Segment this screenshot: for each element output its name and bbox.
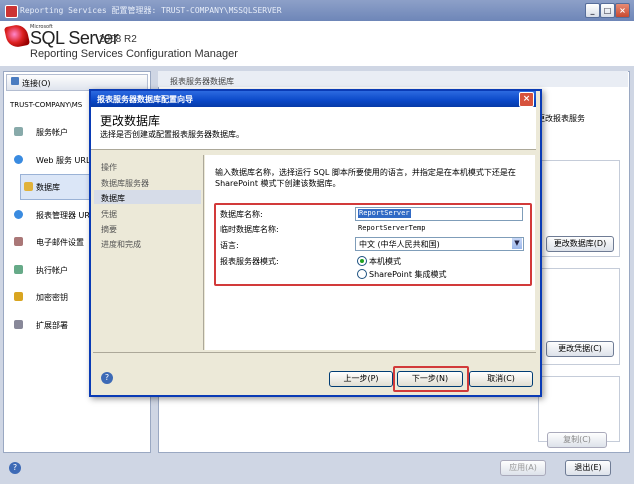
logo-version: 2008 R2: [99, 34, 137, 45]
banner-subtitle: Reporting Services Configuration Manager: [30, 48, 238, 60]
wizard-step-progress[interactable]: 进度和完成: [101, 239, 141, 250]
server-name: TRUST-COMPANY\MS: [10, 101, 83, 109]
exit-button[interactable]: 退出(E): [565, 460, 611, 476]
email-icon: [14, 237, 23, 246]
wizard-step-credentials[interactable]: 凭据: [101, 209, 117, 220]
annotation-highlight-form: [214, 203, 532, 286]
close-button[interactable]: ×: [615, 3, 630, 18]
change-database-button[interactable]: 更改数据库(D): [546, 236, 614, 252]
execution-account-icon: [14, 265, 23, 274]
key-icon: [14, 292, 23, 301]
help-icon[interactable]: ?: [9, 462, 21, 474]
change-credentials-button[interactable]: 更改凭据(C): [546, 341, 614, 357]
connect-icon: [11, 77, 19, 85]
sidebar-item-label: 执行帐户: [36, 266, 68, 275]
sidebar-item-label: 扩展部署: [36, 321, 68, 330]
cancel-button[interactable]: 取消(C): [469, 371, 533, 387]
wizard-step-database[interactable]: 数据库: [101, 193, 125, 204]
app-icon: [5, 5, 18, 18]
maximize-button[interactable]: □: [600, 3, 615, 18]
minimize-button[interactable]: _: [585, 3, 600, 18]
wizard-step-database-server[interactable]: 数据库服务器: [101, 178, 149, 189]
window-title: Reporting Services 配置管理器: TRUST-COMPANY\…: [20, 6, 282, 15]
wizard-step-action[interactable]: 操作: [101, 162, 117, 173]
content-title: 报表服务器数据库: [170, 77, 234, 86]
wizard-step-summary[interactable]: 摘要: [101, 224, 117, 235]
divider: [203, 155, 204, 350]
help-icon[interactable]: ?: [101, 372, 113, 384]
scale-out-icon: [14, 320, 23, 329]
copy-button[interactable]: 复制(C): [547, 432, 607, 448]
content-note: 更改报表服务: [537, 114, 585, 123]
dialog-heading: 更改数据库: [100, 114, 161, 128]
service-account-icon: [14, 127, 23, 136]
sidebar-item-label: Web 服务 URL: [36, 156, 91, 165]
sidebar-item-label: 服务帐户: [36, 128, 68, 137]
dialog-title: 报表服务器数据库配置向导: [97, 95, 193, 104]
sidebar-item-label: 报表管理器 URL: [36, 211, 95, 220]
prev-button[interactable]: 上一步(P): [329, 371, 393, 387]
dialog-subheading: 选择是否创建或配置报表服务器数据库。: [100, 130, 244, 139]
wizard-intro-text: 输入数据库名称，选择运行 SQL 脚本所要使用的语言，并指定是在本机模式下还是在…: [215, 168, 516, 188]
annotation-highlight-next: [393, 366, 469, 392]
dialog-close-button[interactable]: ×: [519, 92, 534, 107]
sidebar-item-label: 加密密钥: [36, 293, 68, 302]
database-icon: [24, 182, 33, 191]
divider: [93, 352, 536, 353]
globe-icon: [14, 155, 23, 164]
globe-icon: [14, 210, 23, 219]
sidebar-item-label: 数据库: [36, 183, 60, 192]
sidebar-item-label: 电子邮件设置: [36, 238, 84, 247]
connect-label: 连接(O): [22, 79, 51, 88]
apply-button[interactable]: 应用(A): [500, 460, 546, 476]
